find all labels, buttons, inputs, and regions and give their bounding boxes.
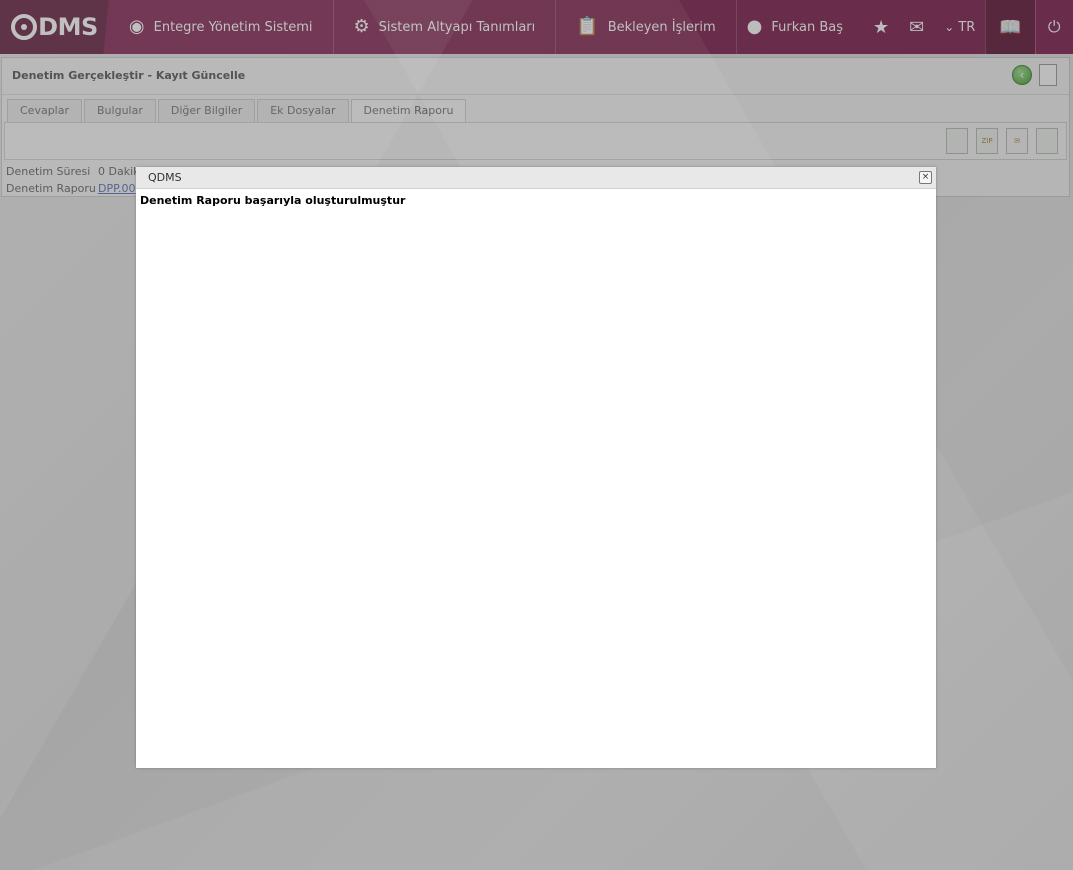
dialog-title: QDMS <box>148 171 182 184</box>
dialog-message: Denetim Raporu başarıyla oluşturulmuştur <box>140 194 406 207</box>
dialog-header: QDMS × <box>136 167 936 189</box>
message-dialog: QDMS × Denetim Raporu başarıyla oluşturu… <box>136 167 936 768</box>
close-icon[interactable]: × <box>919 171 932 184</box>
